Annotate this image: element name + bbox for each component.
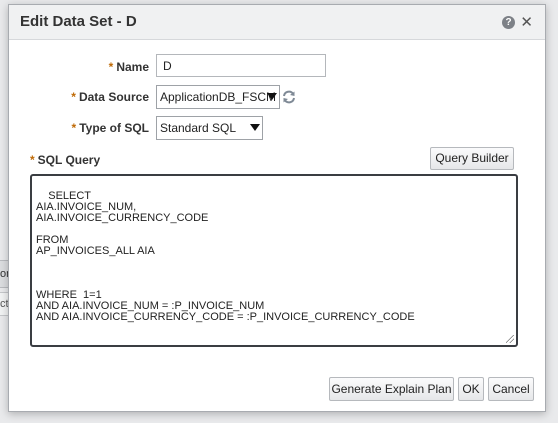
generate-explain-plan-button[interactable]: Generate Explain Plan <box>329 377 454 401</box>
close-icon[interactable]: ✕ <box>520 13 533 31</box>
type-of-sql-label: * Type of SQL <box>39 121 149 135</box>
required-marker: * <box>71 90 76 104</box>
data-source-value: ApplicationDB_FSCM <box>160 90 277 104</box>
ok-button[interactable]: OK <box>458 377 484 401</box>
resize-grip-icon[interactable] <box>506 335 514 343</box>
type-of-sql-select[interactable]: Standard SQL <box>156 116 263 140</box>
data-source-label: * Data Source <box>39 90 149 104</box>
refresh-icon[interactable] <box>281 89 297 105</box>
sql-query-label: * SQL Query <box>30 153 100 167</box>
sql-query-text: SELECT AIA.INVOICE_NUM, AIA.INVOICE_CURR… <box>36 190 415 323</box>
sql-query-label-text: SQL Query <box>37 153 101 167</box>
edit-data-set-dialog: Edit Data Set - D ? ✕ *Name *Data Source… <box>8 4 546 412</box>
required-marker: * <box>108 60 114 74</box>
cancel-button[interactable]: Cancel <box>488 377 534 401</box>
sql-query-editor[interactable]: SELECT AIA.INVOICE_NUM, AIA.INVOICE_CURR… <box>30 174 518 347</box>
dialog-title-bar: Edit Data Set - D ? ✕ <box>9 5 545 40</box>
required-marker: * <box>30 153 35 167</box>
query-builder-button[interactable]: Query Builder <box>430 147 514 170</box>
required-marker: * <box>71 121 77 135</box>
data-source-select[interactable]: ApplicationDB_FSCM <box>156 85 280 109</box>
dialog-title: Edit Data Set - D <box>20 13 137 30</box>
data-source-label-text: Data Source <box>78 90 149 104</box>
type-of-sql-label-text: Type of SQL <box>79 121 149 135</box>
type-of-sql-value: Standard SQL <box>160 121 237 135</box>
chevron-down-icon <box>250 124 260 131</box>
chevron-down-icon <box>267 93 277 100</box>
name-label: * Name <box>69 60 149 74</box>
help-icon[interactable]: ? <box>502 16 515 29</box>
name-label-text: Name <box>116 60 149 74</box>
name-field[interactable] <box>156 54 326 77</box>
